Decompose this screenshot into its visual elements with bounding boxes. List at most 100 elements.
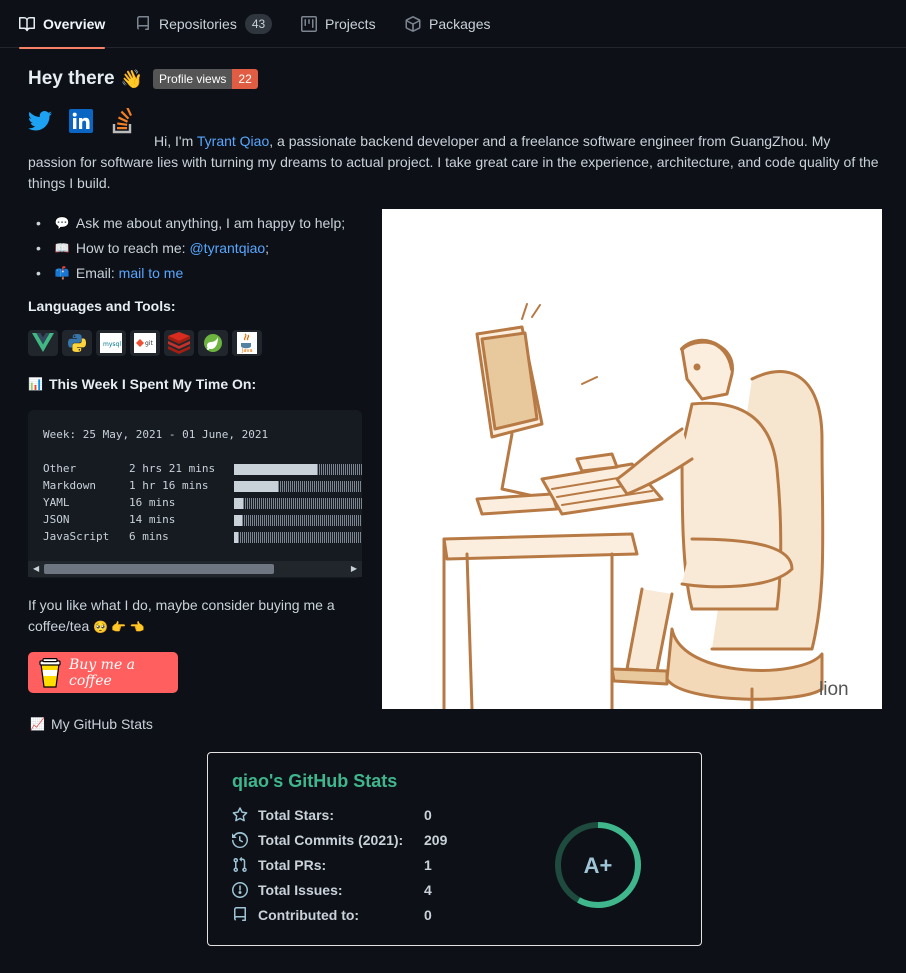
tab-projects[interactable]: Projects — [301, 0, 376, 48]
bar-chart-icon: 📊 — [28, 377, 43, 391]
wakatime-time: 6 mins — [129, 530, 169, 543]
tools-row: mysql git Java — [28, 330, 262, 356]
wakatime-bar — [234, 481, 278, 492]
coffee-text: If you like what I do, maybe consider bu… — [28, 595, 368, 638]
intro-paragraph: Hi, I'm Tyrant Qiao, a passionate backen… — [28, 131, 880, 194]
coffee-message: If you like what I do, maybe consider bu… — [28, 597, 335, 634]
star-icon — [232, 807, 248, 822]
wakatime-bar-remainder — [278, 481, 362, 492]
wakatime-bar — [234, 515, 242, 526]
stat-row-issues: Total Issues: 4 — [232, 880, 432, 900]
stat-row-prs: Total PRs: 1 — [232, 855, 432, 875]
grade-text: A+ — [584, 853, 613, 878]
wakatime-time: 2 hrs 21 mins — [129, 462, 216, 475]
wakatime-time: 16 mins — [129, 496, 176, 509]
package-icon — [405, 16, 421, 32]
stat-row-commits: Total Commits (2021): 209 — [232, 830, 447, 850]
week-heading-row: 📊 This Week I Spent My Time On: — [28, 376, 256, 392]
coffee-cup-icon — [39, 657, 61, 688]
speech-bubble-icon: 💬 — [54, 215, 70, 230]
stat-value: 0 — [424, 807, 432, 823]
buy-me-a-coffee-button[interactable]: Buy me a coffee — [28, 652, 178, 693]
book-emoji-icon: 📖 — [54, 240, 70, 255]
python-icon[interactable] — [62, 330, 92, 356]
svg-text:mysql: mysql — [103, 341, 121, 348]
stat-value: 0 — [424, 907, 432, 923]
stat-value: 1 — [424, 857, 432, 873]
list-item: 📫 Email: mail to me — [36, 260, 345, 285]
chart-increasing-icon: 📈 — [30, 717, 45, 731]
tab-overview[interactable]: Overview — [19, 0, 106, 49]
email-link[interactable]: mail to me — [119, 265, 184, 281]
wakatime-language: YAML — [43, 496, 70, 509]
mysql-icon[interactable]: mysql — [96, 330, 126, 356]
list-item-text: Ask me about anything, I am happy to hel… — [75, 214, 346, 231]
stat-label: Contributed to: — [258, 907, 360, 923]
scroll-left-icon[interactable]: ◀ — [33, 564, 39, 573]
tab-label: Projects — [325, 16, 376, 32]
stat-row-contributed: Contributed to: 0 — [232, 905, 432, 925]
list-item-suffix: ; — [265, 239, 270, 256]
stat-label: Total PRs: — [258, 857, 327, 873]
wakatime-code-block: Week: 25 May, 2021 - 01 June, 2021 Other… — [28, 410, 362, 578]
stat-label: Total Stars: — [258, 807, 334, 823]
wakatime-bar — [234, 464, 317, 475]
wakatime-time: 14 mins — [129, 513, 176, 526]
intro-text: Hi, I'm — [154, 133, 197, 149]
java-icon[interactable]: Java — [232, 330, 262, 356]
spring-icon[interactable] — [198, 330, 228, 356]
vue-icon[interactable] — [28, 330, 58, 356]
week-heading: This Week I Spent My Time On: — [48, 376, 257, 392]
about-list: 💬 Ask me about anything, I am happy to h… — [36, 210, 345, 285]
svg-text:Java: Java — [241, 348, 253, 354]
redis-icon[interactable] — [164, 330, 194, 356]
twitter-handle-link[interactable]: @tyrantqiao — [189, 240, 265, 256]
tab-packages[interactable]: Packages — [405, 0, 490, 48]
project-icon — [301, 16, 317, 32]
history-icon — [232, 832, 248, 848]
wakatime-language: JSON — [43, 513, 70, 526]
list-item-text: Email: mail to me — [76, 265, 183, 281]
author-link[interactable]: Tyrant Qiao — [197, 133, 269, 149]
scrollbar-thumb[interactable] — [44, 564, 274, 574]
repo-icon — [234, 907, 246, 921]
stat-value: 209 — [424, 832, 448, 848]
pleading-emoji: 🥺 👉 👈 — [93, 620, 145, 634]
repo-icon — [137, 16, 149, 30]
stats-heading-row: 📈 My GitHub Stats — [30, 716, 153, 732]
wakatime-language: Markdown — [43, 479, 96, 492]
github-stats-card: qiao's GitHub Stats Total Stars: 0 Total… — [207, 752, 702, 946]
tab-label: Overview — [43, 16, 106, 32]
wakatime-language: Other — [43, 462, 77, 475]
list-item-text: How to reach me: — [75, 239, 190, 256]
wakatime-bar — [234, 498, 243, 509]
buy-me-a-coffee-label: Buy me a coffee — [69, 656, 136, 689]
stat-label: Total Commits (2021): — [258, 832, 404, 848]
grade-ring: A+ — [555, 822, 641, 908]
code-scrollbar[interactable]: ◀ ▶ — [28, 561, 362, 577]
developer-illustration: lion — [382, 209, 882, 711]
tab-label: Repositories — [159, 16, 237, 32]
list-item: 📖 How to reach me: @tyrantqiao; — [36, 235, 345, 260]
wakatime-bar-remainder — [242, 515, 362, 526]
profile-views-badge: Profile views 22 — [153, 69, 258, 89]
mailbox-icon: 📫 — [54, 265, 70, 280]
wakatime-bar-remainder — [243, 498, 362, 509]
book-icon — [19, 17, 35, 32]
pull-request-icon — [233, 857, 247, 872]
badge-label: Profile views — [153, 69, 233, 89]
list-item-text: Email: — [75, 264, 119, 281]
profile-tabs: Overview Repositories 43 Projects Packag… — [0, 0, 906, 49]
stat-row-stars: Total Stars: 0 — [232, 805, 432, 825]
badge-value: 22 — [232, 69, 258, 89]
list-item: 💬 Ask me about anything, I am happy to h… — [36, 210, 345, 235]
scroll-right-icon[interactable]: ▶ — [351, 564, 357, 573]
wakatime-time: 1 hr 16 mins — [129, 479, 209, 492]
tab-label: Packages — [429, 16, 491, 32]
tab-repositories[interactable]: Repositories 43 — [135, 0, 273, 48]
git-icon[interactable]: git — [130, 330, 160, 356]
stats-card-title: qiao's GitHub Stats — [232, 771, 398, 791]
wakatime-bar-remainder — [238, 532, 362, 543]
artist-signature: lion — [819, 679, 849, 700]
wave-emoji: 👋 — [120, 68, 144, 89]
